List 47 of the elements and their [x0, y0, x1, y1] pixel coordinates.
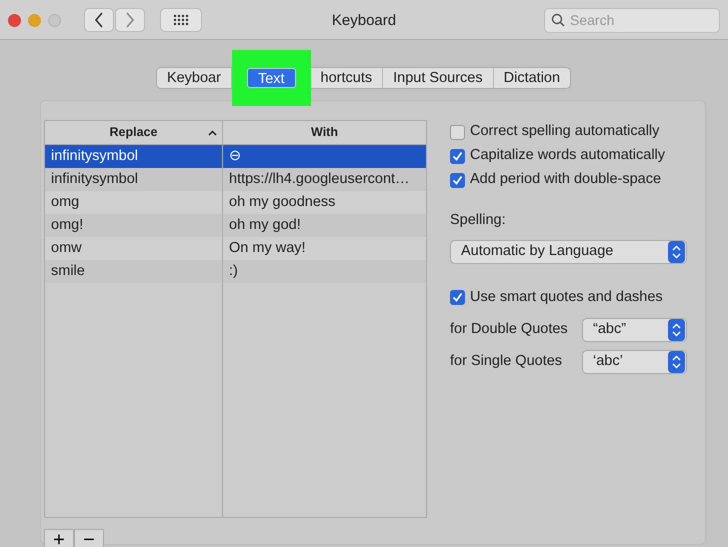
add-button[interactable]: +: [44, 529, 74, 547]
spelling-label: Spelling:: [450, 211, 507, 230]
checkbox[interactable]: [450, 124, 465, 140]
quote-label: for Double Quotes: [450, 320, 569, 339]
checkbox-label: Use smart quotes and dashes: [470, 288, 663, 307]
table-cell[interactable]: omg!: [45, 214, 222, 237]
table-cell[interactable]: infinitysymbol: [45, 145, 222, 168]
quote-label: for Single Quotes: [450, 352, 564, 371]
remove-button[interactable]: −: [74, 529, 104, 547]
checkbox[interactable]: [450, 148, 465, 164]
spelling-popup[interactable]: Automatic by Language: [450, 240, 687, 264]
checkbox-label: Correct spelling automatically: [470, 122, 660, 142]
table-cell[interactable]: https://lh4.googleusercont…: [223, 168, 426, 191]
search-icon: [551, 12, 565, 26]
search-field[interactable]: Search: [544, 8, 720, 32]
table-cell[interactable]: oh my goodness: [223, 191, 426, 214]
checkbox-label: Capitalize words automatically: [470, 146, 666, 166]
tab[interactable]: Input Sources: [383, 68, 494, 88]
tab[interactable]: Text: [246, 68, 296, 88]
stepper-icon: [668, 350, 685, 373]
quote-popup[interactable]: ‘abc’: [582, 350, 687, 374]
table-cell[interactable]: omg: [45, 191, 222, 214]
column-header[interactable]: With: [223, 121, 426, 145]
grid-button[interactable]: [160, 8, 202, 32]
table-cell[interactable]: oh my god!: [223, 214, 426, 237]
checkbox-label: Add period with double-space: [470, 170, 662, 190]
tab[interactable]: hortcuts: [310, 68, 384, 88]
chevron-left-icon: [94, 12, 104, 28]
window-title: Keyboard: [332, 11, 396, 31]
table-cell[interactable]: :): [223, 260, 426, 283]
table-cell[interactable]: smile: [45, 260, 222, 283]
column-header[interactable]: Replace: [45, 121, 222, 145]
checkbox[interactable]: [450, 172, 465, 188]
table-cell[interactable]: omw: [45, 237, 222, 260]
popup-value: Automatic by Language: [461, 242, 614, 261]
table-cell[interactable]: On my way!: [223, 237, 426, 260]
checkbox[interactable]: [450, 290, 465, 306]
table-cell[interactable]: infinitysymbol: [45, 168, 222, 191]
chevron-right-icon: [125, 12, 135, 28]
tab[interactable]: Dictation: [494, 68, 570, 88]
quote-popup[interactable]: “abc”: [582, 318, 687, 342]
close-button[interactable]: [8, 14, 21, 26]
stepper-icon: [668, 240, 685, 263]
back-button[interactable]: [84, 8, 114, 32]
table-cell[interactable]: ⊖: [223, 145, 426, 168]
stepper-icon: [668, 318, 685, 341]
grid-icon: [173, 14, 189, 26]
